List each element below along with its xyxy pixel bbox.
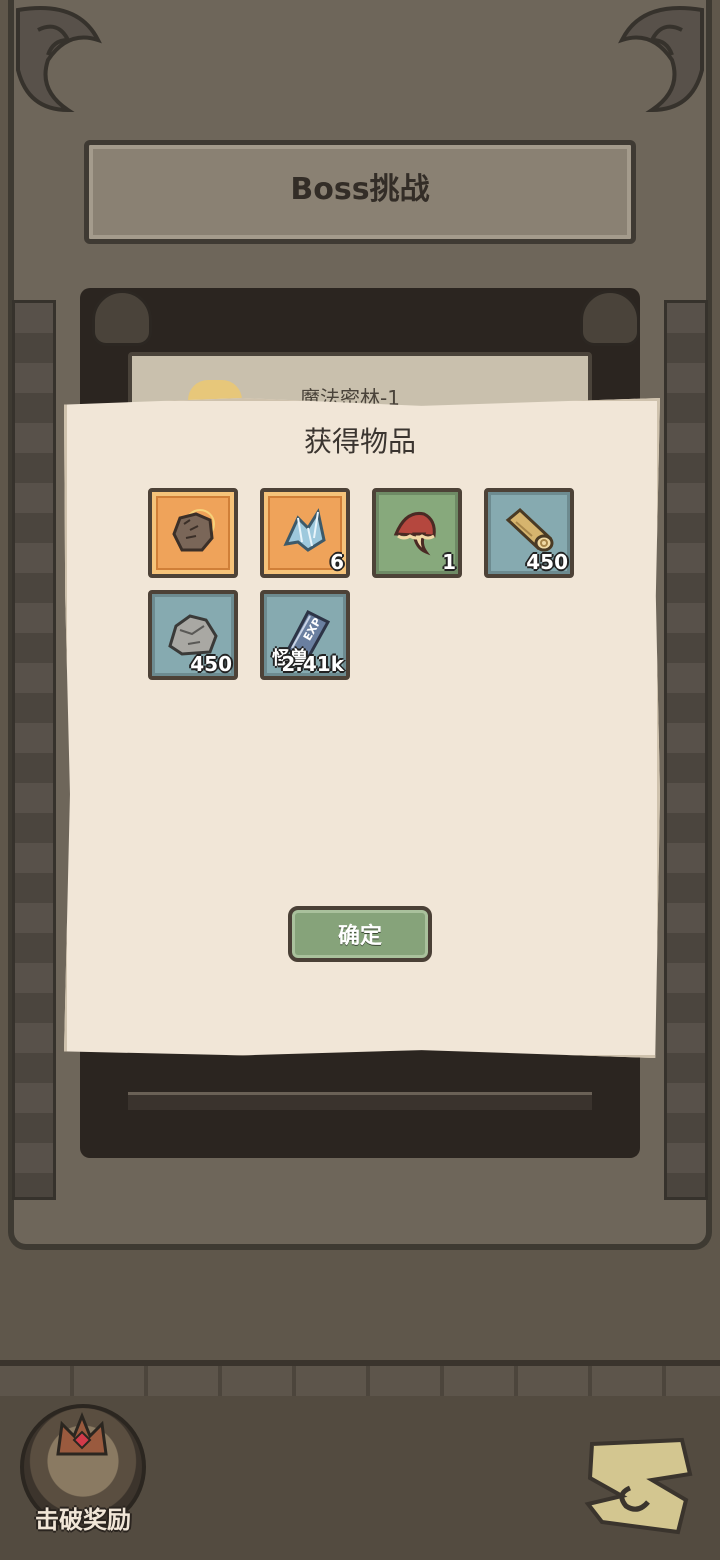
crown-chest-icon bbox=[56, 1411, 108, 1456]
crystal-shard-icon bbox=[283, 508, 326, 552]
item-quantity: 450 bbox=[190, 652, 232, 676]
item-quantity: 2.41k bbox=[281, 652, 344, 676]
bottom-rail bbox=[0, 1366, 720, 1396]
reward-item-crystal[interactable]: 6 bbox=[260, 488, 350, 578]
item-quantity: 6 bbox=[330, 550, 344, 574]
boss-challenge-screen: Boss挑战 魔法密林-1 获得物品 6 1 450 450 EXP 怪兽 2.… bbox=[0, 0, 720, 1560]
reward-item-wood[interactable]: 450 bbox=[484, 488, 574, 578]
corner-ornament-top-right bbox=[618, 6, 704, 113]
popup-title: 获得物品 bbox=[303, 425, 416, 458]
return-arrow-icon[interactable] bbox=[582, 1434, 700, 1538]
reward-item-glove[interactable] bbox=[148, 488, 238, 578]
defeat-reward-label: 击破奖励 bbox=[35, 1506, 131, 1534]
corner-ornament-top-left bbox=[16, 6, 102, 113]
item-quantity: 450 bbox=[526, 550, 568, 574]
skull-ornament-right bbox=[580, 290, 640, 346]
reward-item-mushroom[interactable]: 1 bbox=[372, 488, 462, 578]
glove-icon bbox=[172, 509, 215, 552]
confirm-button[interactable]: 确定 bbox=[288, 906, 432, 962]
mushroom-icon bbox=[393, 511, 436, 556]
reward-item-exp-book[interactable]: EXP 怪兽 2.41k bbox=[260, 590, 350, 680]
reward-item-stone[interactable]: 450 bbox=[148, 590, 238, 680]
panel-bottom-strip bbox=[128, 1092, 592, 1110]
page-title: Boss挑战 bbox=[290, 172, 430, 207]
skull-ornament-left bbox=[92, 290, 152, 346]
item-quantity: 1 bbox=[442, 550, 456, 574]
